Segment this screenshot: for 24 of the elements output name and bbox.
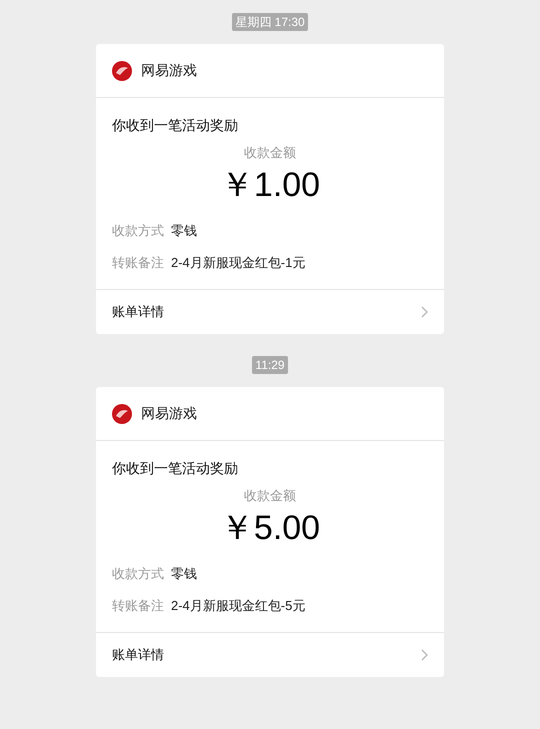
amount: ￥1.00 bbox=[220, 165, 320, 206]
message-title: 你收到一笔活动奖励 bbox=[112, 459, 239, 478]
timestamp: 星期四 17:30 bbox=[232, 13, 308, 31]
amount-label: 收款金额 bbox=[244, 144, 296, 162]
logo-icon bbox=[112, 404, 132, 424]
field-value: 2-4月新服现金红包-1元 bbox=[171, 254, 306, 272]
details-link[interactable]: 账单详情 bbox=[96, 289, 444, 334]
amount-label: 收款金额 bbox=[244, 487, 296, 505]
field-label: 转账备注 bbox=[112, 254, 164, 272]
details-link[interactable]: 账单详情 bbox=[96, 632, 444, 677]
logo-icon bbox=[112, 60, 132, 80]
timestamp: 11:29 bbox=[252, 356, 288, 374]
field-value: 零钱 bbox=[171, 565, 197, 583]
chevron-right-icon bbox=[421, 306, 428, 318]
field-label: 收款方式 bbox=[112, 565, 164, 583]
field-label: 转账备注 bbox=[112, 597, 164, 615]
field-value: 2-4月新服现金红包-5元 bbox=[171, 597, 306, 615]
sender-name: 网易游戏 bbox=[141, 404, 197, 423]
amount: ￥5.00 bbox=[220, 508, 320, 549]
message-title: 你收到一笔活动奖励 bbox=[112, 116, 239, 135]
sender-name: 网易游戏 bbox=[141, 61, 197, 80]
chevron-right-icon bbox=[421, 649, 428, 661]
field-value: 零钱 bbox=[171, 222, 197, 240]
field-label: 收款方式 bbox=[112, 222, 164, 240]
